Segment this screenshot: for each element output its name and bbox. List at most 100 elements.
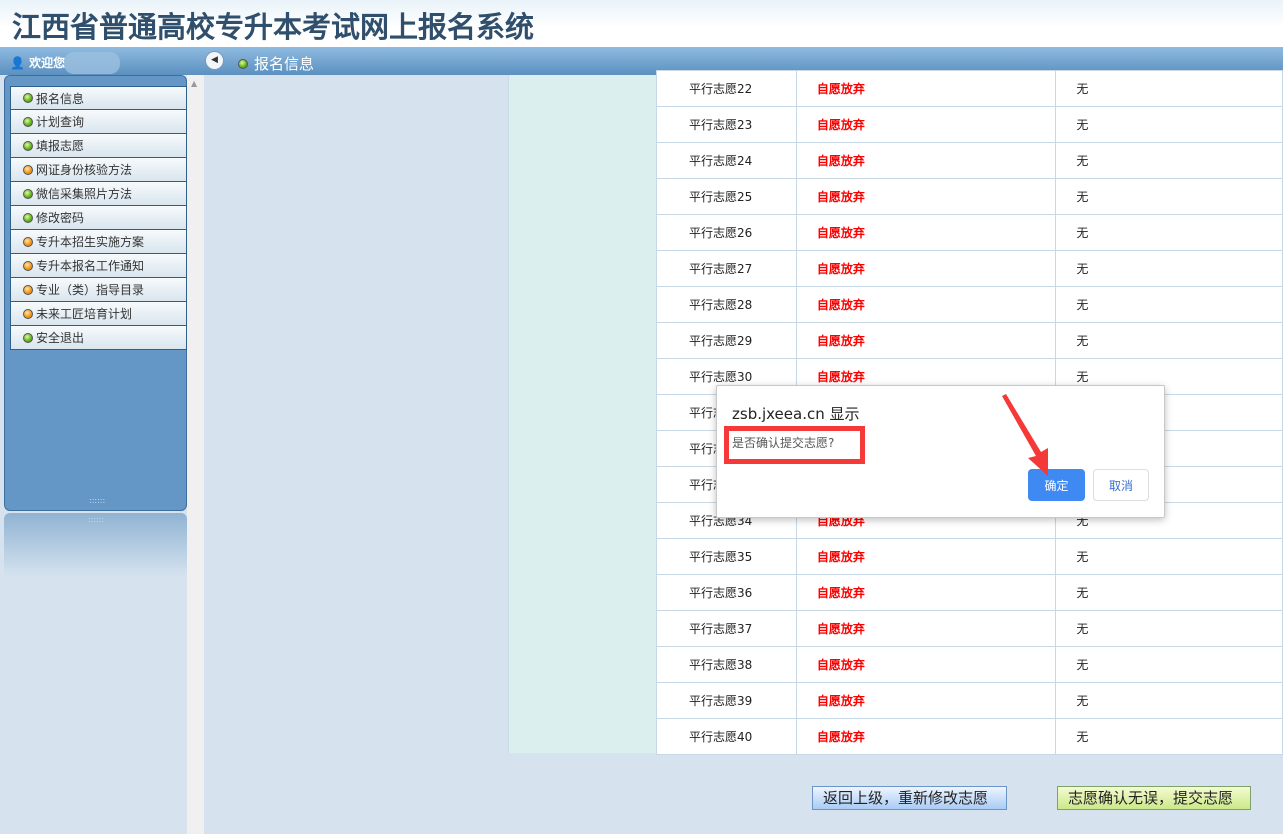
- table-row: 平行志愿29 自愿放弃无: [656, 322, 1283, 359]
- sidebar-item[interactable]: 填报志愿: [10, 134, 187, 158]
- sidebar-secondary-panel: ::::::: [4, 513, 187, 577]
- table-cell: 无: [1055, 286, 1283, 323]
- table-cell: 平行志愿23: [656, 106, 797, 143]
- table-cell: 自愿放弃: [795, 682, 1057, 719]
- orange-dot-icon: [23, 260, 33, 271]
- table-row: 平行志愿24 自愿放弃无: [656, 142, 1283, 179]
- table-row: 平行志愿36 自愿放弃无: [656, 574, 1283, 611]
- breadcrumb: 报名信息: [238, 53, 314, 74]
- green-dot-icon: [23, 93, 33, 103]
- table-cell: 无: [1055, 106, 1283, 143]
- welcome-text: 👤 欢迎您: [10, 56, 66, 70]
- dialog-message: 是否确认提交志愿?: [732, 436, 835, 450]
- table-cell: 平行志愿36: [656, 574, 797, 611]
- table-row: 平行志愿39 自愿放弃无: [656, 682, 1283, 719]
- table-cell: 无: [1055, 682, 1283, 719]
- submit-volunteer-button[interactable]: 志愿确认无误，提交志愿: [1057, 786, 1251, 810]
- collapse-sidebar-button[interactable]: ◀: [205, 51, 224, 70]
- table-row: 平行志愿37 自愿放弃无: [656, 610, 1283, 647]
- sidebar-item-label: 计划查询: [36, 115, 85, 129]
- sidebar-item-label: 网证身份核验方法: [36, 163, 133, 177]
- table-cell: 平行志愿27: [656, 250, 797, 287]
- sidebar-item-label: 修改密码: [36, 211, 85, 225]
- table-cell: 自愿放弃: [795, 250, 1057, 287]
- table-row: 平行志愿25 自愿放弃无: [656, 178, 1283, 215]
- green-dot-icon: [23, 140, 33, 151]
- table-cell: 无: [1055, 610, 1283, 647]
- sidebar-item-label: 微信采集照片方法: [36, 187, 133, 201]
- sidebar-item[interactable]: 专升本招生实施方案: [10, 230, 187, 254]
- sidebar-item-label: 专升本报名工作通知: [36, 259, 145, 273]
- table-cell: 无: [1055, 322, 1283, 359]
- table-cell: 平行志愿37: [656, 610, 797, 647]
- table-cell: 自愿放弃: [795, 646, 1057, 683]
- table-cell: 平行志愿28: [656, 286, 797, 323]
- user-icon: 👤: [10, 56, 25, 70]
- table-cell: 自愿放弃: [795, 214, 1057, 251]
- green-dot-icon: [23, 212, 33, 223]
- orange-dot-icon: [23, 236, 33, 247]
- green-dot-icon: [23, 188, 33, 199]
- sidebar-item-label: 填报志愿: [36, 139, 85, 153]
- app-title: 江西省普通高校专升本考试网上报名系统: [12, 10, 535, 44]
- table-cell: 自愿放弃: [795, 106, 1057, 143]
- table-cell: 无: [1055, 214, 1283, 251]
- green-dot-icon: [23, 116, 33, 127]
- sidebar-item[interactable]: 微信采集照片方法: [10, 182, 187, 206]
- table-cell: 无: [1055, 646, 1283, 683]
- table-cell: 无: [1055, 250, 1283, 287]
- table-cell: 平行志愿22: [656, 70, 797, 107]
- sidebar-item-label: 安全退出: [36, 331, 85, 345]
- dialog-title: zsb.jxeea.cn 显示: [732, 405, 860, 423]
- sidebar-scrollbar[interactable]: ▲: [187, 75, 204, 834]
- table-row: 平行志愿22 自愿放弃无: [656, 70, 1283, 107]
- table-row: 平行志愿23 自愿放弃无: [656, 106, 1283, 143]
- table-cell: 平行志愿39: [656, 682, 797, 719]
- table-cell: 无: [1055, 538, 1283, 575]
- table-cell: 自愿放弃: [795, 178, 1057, 215]
- table-cell: 平行志愿26: [656, 214, 797, 251]
- ok-button[interactable]: 确定: [1028, 469, 1085, 501]
- table-cell: 自愿放弃: [795, 610, 1057, 647]
- table-cell: 无: [1055, 574, 1283, 611]
- table-cell: 平行志愿29: [656, 322, 797, 359]
- sidebar-item[interactable]: 专业（类）指导目录: [10, 278, 187, 302]
- username-redacted: [64, 52, 120, 74]
- table-row: 平行志愿28 自愿放弃无: [656, 286, 1283, 323]
- table-cell: 无: [1055, 718, 1283, 755]
- table-left-column: [508, 75, 656, 753]
- table-cell: 平行志愿35: [656, 538, 797, 575]
- sidebar-item[interactable]: 报名信息: [10, 86, 187, 110]
- table-cell: 自愿放弃: [795, 142, 1057, 179]
- table-cell: 自愿放弃: [795, 574, 1057, 611]
- orange-dot-icon: [23, 308, 33, 319]
- resize-grip[interactable]: ::::::: [88, 515, 104, 524]
- sidebar-item[interactable]: 未来工匠培育计划: [10, 302, 187, 326]
- cancel-button[interactable]: 取消: [1093, 469, 1149, 501]
- sidebar-item-label: 专业（类）指导目录: [36, 283, 145, 297]
- table-row: 平行志愿35 自愿放弃无: [656, 538, 1283, 575]
- table-cell: 无: [1055, 70, 1283, 107]
- sidebar-item[interactable]: 计划查询: [10, 110, 187, 134]
- table-row: 平行志愿26 自愿放弃无: [656, 214, 1283, 251]
- table-cell: 自愿放弃: [795, 322, 1057, 359]
- sidebar-item-label: 未来工匠培育计划: [36, 307, 133, 321]
- table-cell: 自愿放弃: [795, 70, 1057, 107]
- sidebar-item[interactable]: 专升本报名工作通知: [10, 254, 187, 278]
- green-dot-icon: [23, 332, 33, 343]
- scroll-up-icon[interactable]: ▲: [191, 79, 197, 88]
- table-cell: 平行志愿38: [656, 646, 797, 683]
- sidebar-item[interactable]: 网证身份核验方法: [10, 158, 187, 182]
- resize-grip[interactable]: ::::::: [89, 496, 105, 505]
- table-cell: 自愿放弃: [795, 718, 1057, 755]
- sidebar-item-label: 专升本招生实施方案: [36, 235, 145, 249]
- table-row: 平行志愿38 自愿放弃无: [656, 646, 1283, 683]
- table-row: 平行志愿27 自愿放弃无: [656, 250, 1283, 287]
- table-cell: 平行志愿25: [656, 178, 797, 215]
- sidebar-item[interactable]: 安全退出: [10, 326, 187, 350]
- table-cell: 平行志愿24: [656, 142, 797, 179]
- banner: 江西省普通高校专升本考试网上报名系统: [0, 0, 1283, 47]
- back-modify-button[interactable]: 返回上级，重新修改志愿: [812, 786, 1007, 810]
- sidebar-item[interactable]: 修改密码: [10, 206, 187, 230]
- table-cell: 无: [1055, 178, 1283, 215]
